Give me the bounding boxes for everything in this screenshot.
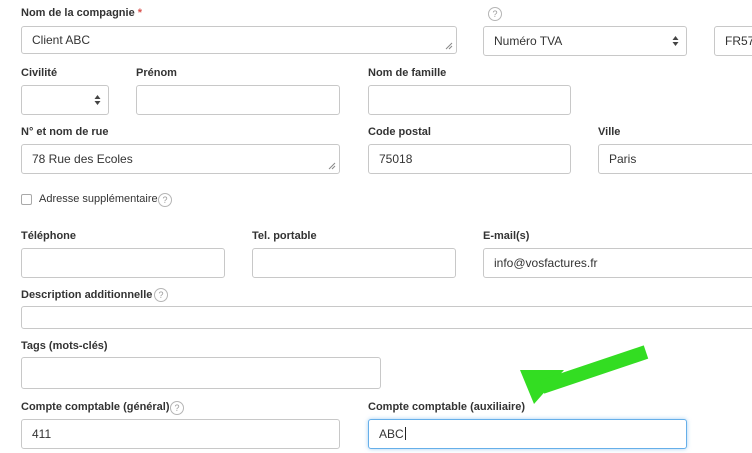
tax-id-type-value: Numéro TVA bbox=[494, 34, 563, 48]
postal-code-value: 75018 bbox=[379, 152, 413, 166]
street-label: N° et nom de rue bbox=[21, 126, 109, 138]
account-general-input[interactable]: 411 bbox=[21, 419, 340, 449]
annotation-arrow-icon bbox=[520, 345, 649, 404]
account-general-value: 411 bbox=[32, 427, 52, 441]
city-input[interactable]: Paris bbox=[598, 144, 752, 174]
account-aux-input[interactable]: ABC bbox=[368, 419, 687, 449]
postal-code-label: Code postal bbox=[368, 126, 431, 138]
civility-select[interactable] bbox=[21, 85, 109, 115]
select-arrows-icon bbox=[672, 36, 679, 46]
company-name-label: Nom de la compagnie * bbox=[21, 7, 143, 19]
extra-address-help-icon[interactable]: ? bbox=[158, 193, 172, 207]
civility-label: Civilité bbox=[21, 67, 58, 79]
postal-code-input[interactable]: 75018 bbox=[368, 144, 571, 174]
street-value: 78 Rue des Ecoles bbox=[32, 152, 133, 166]
description-label: Description additionnelle bbox=[21, 289, 153, 301]
resize-grip-icon[interactable] bbox=[445, 42, 453, 50]
tax-id-value: FR57 bbox=[725, 34, 752, 48]
email-value: info@vosfactures.fr bbox=[494, 256, 598, 270]
extra-address-checkbox[interactable] bbox=[21, 194, 32, 205]
tags-label: Tags (mots-clés) bbox=[21, 340, 108, 352]
email-label: E-mail(s) bbox=[483, 230, 530, 242]
street-input[interactable]: 78 Rue des Ecoles bbox=[21, 144, 340, 174]
company-name-value: Client ABC bbox=[32, 33, 91, 47]
select-arrows-icon bbox=[94, 95, 101, 105]
account-general-help-icon[interactable]: ? bbox=[170, 401, 184, 415]
extra-address-label: Adresse supplémentaire bbox=[39, 193, 158, 205]
tags-input[interactable] bbox=[21, 357, 381, 389]
required-mark: * bbox=[137, 7, 143, 19]
first-name-label: Prénom bbox=[136, 67, 177, 79]
last-name-input[interactable] bbox=[368, 85, 571, 115]
last-name-label: Nom de famille bbox=[368, 67, 447, 79]
email-input[interactable]: info@vosfactures.fr bbox=[483, 248, 752, 278]
account-aux-value: ABC bbox=[379, 427, 404, 441]
description-help-icon[interactable]: ? bbox=[154, 288, 168, 302]
first-name-input[interactable] bbox=[136, 85, 340, 115]
tax-id-input[interactable]: FR57 bbox=[714, 26, 752, 56]
resize-grip-icon[interactable] bbox=[328, 162, 336, 170]
mobile-input[interactable] bbox=[252, 248, 456, 278]
city-value: Paris bbox=[609, 152, 637, 166]
phone-label: Téléphone bbox=[21, 230, 77, 242]
tax-id-type-select[interactable]: Numéro TVA bbox=[483, 26, 687, 56]
text-caret bbox=[404, 427, 406, 440]
mobile-label: Tel. portable bbox=[252, 230, 317, 242]
company-name-input[interactable]: Client ABC bbox=[21, 26, 457, 54]
account-general-label: Compte comptable (général) bbox=[21, 401, 170, 413]
phone-input[interactable] bbox=[21, 248, 225, 278]
tax-id-help-icon[interactable]: ? bbox=[488, 7, 502, 21]
city-label: Ville bbox=[598, 126, 621, 138]
description-input[interactable] bbox=[21, 306, 752, 329]
account-aux-label: Compte comptable (auxiliaire) bbox=[368, 401, 526, 413]
